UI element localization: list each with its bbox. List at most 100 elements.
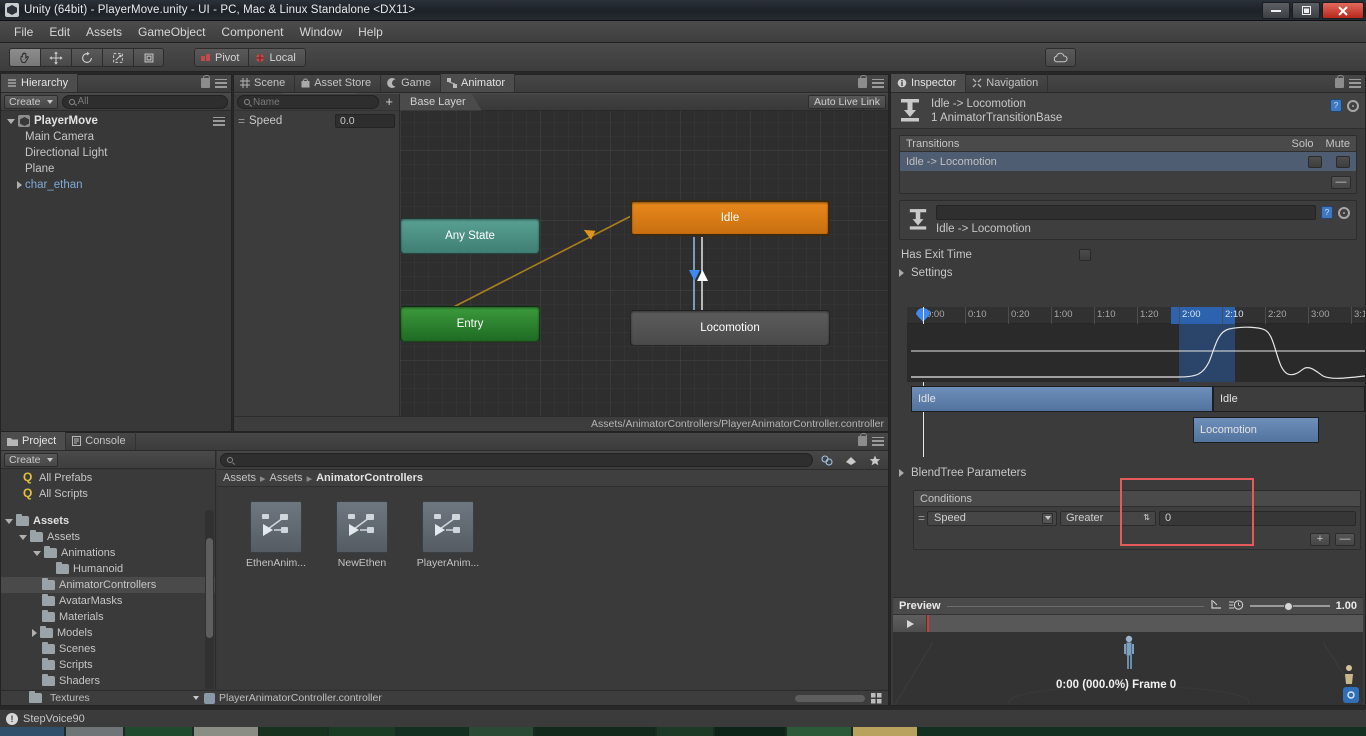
animator-state-graph[interactable]: Base Layer Auto Live Link Any State Entr… bbox=[400, 94, 888, 431]
asset-item-playeranimatorcontroller[interactable]: PlayerAnim... bbox=[417, 501, 479, 569]
blendtree-parameters-foldout[interactable]: BlendTree Parameters bbox=[895, 464, 1026, 481]
panel-menu-icon[interactable] bbox=[872, 78, 884, 88]
grid-view-icon[interactable] bbox=[870, 692, 883, 704]
timeline-ruler[interactable]: 0:00 0:10 0:20 1:00 1:10 1:20 2:00 2:10 … bbox=[907, 307, 1365, 457]
menu-component[interactable]: Component bbox=[213, 23, 291, 41]
taskbar-item[interactable] bbox=[397, 727, 467, 736]
breadcrumb-item-1[interactable]: Assets bbox=[270, 472, 303, 484]
project-tree-item-models[interactable]: Models bbox=[1, 625, 215, 641]
condition-drag-handle[interactable]: = bbox=[918, 511, 925, 525]
status-bar[interactable]: ! StepVoice90 bbox=[0, 709, 1366, 727]
tab-game[interactable]: Game bbox=[381, 74, 442, 92]
solo-checkbox[interactable] bbox=[1308, 155, 1322, 168]
tab-inspector[interactable]: Inspector bbox=[891, 74, 967, 92]
close-button[interactable] bbox=[1322, 2, 1364, 19]
state-node-idle[interactable]: Idle bbox=[630, 200, 830, 236]
taskbar-item[interactable] bbox=[125, 727, 192, 736]
help-icon[interactable]: ? bbox=[1330, 99, 1342, 112]
condition-comparison-dropdown[interactable]: Greater ⇅ bbox=[1060, 510, 1156, 526]
panel-menu-icon[interactable] bbox=[872, 436, 884, 446]
project-tree-item-shaders[interactable]: Shaders bbox=[1, 673, 215, 689]
preview-speed-slider[interactable] bbox=[1249, 600, 1330, 612]
playback-speed-icon[interactable] bbox=[1228, 599, 1244, 614]
parameter-row-speed[interactable]: = Speed 0.0 bbox=[234, 111, 399, 131]
gear-icon[interactable] bbox=[1347, 99, 1359, 112]
asset-size-slider[interactable] bbox=[795, 694, 865, 702]
cloud-icon[interactable] bbox=[1045, 48, 1076, 67]
mute-checkbox[interactable] bbox=[1336, 155, 1350, 168]
timeline-track-idle-dest[interactable]: Idle bbox=[1213, 386, 1365, 412]
hierarchy-item-char-ethan[interactable]: char_ethan bbox=[1, 177, 231, 193]
asset-item-newethen[interactable]: NewEthen bbox=[331, 501, 393, 569]
taskbar-item[interactable] bbox=[853, 727, 917, 736]
parameter-value[interactable]: 0.0 bbox=[335, 114, 395, 128]
has-exit-time-checkbox[interactable] bbox=[1079, 249, 1091, 261]
tab-asset-store[interactable]: Asset Store bbox=[295, 74, 382, 92]
menu-assets[interactable]: Assets bbox=[78, 23, 130, 41]
taskbar-item[interactable] bbox=[329, 727, 395, 736]
taskbar-item[interactable] bbox=[469, 727, 533, 736]
rotate-tool-icon[interactable] bbox=[71, 48, 102, 67]
hierarchy-item-plane[interactable]: Plane bbox=[1, 161, 231, 177]
project-tree-item-animatorcontrollers[interactable]: AnimatorControllers bbox=[1, 577, 215, 593]
project-tree-item-avatarmasks[interactable]: AvatarMasks bbox=[1, 593, 215, 609]
project-tree-item-humanoid[interactable]: Humanoid bbox=[1, 561, 215, 577]
move-tool-icon[interactable] bbox=[40, 48, 71, 67]
taskbar-item[interactable] bbox=[787, 727, 851, 736]
project-favorite-all-scripts[interactable]: Q All Scripts bbox=[1, 486, 215, 502]
breadcrumb-item-0[interactable]: Assets bbox=[223, 472, 256, 484]
parameter-search-input[interactable]: Name bbox=[237, 95, 380, 109]
filter-label-icon[interactable] bbox=[841, 453, 861, 468]
hierarchy-item-main-camera[interactable]: Main Camera bbox=[1, 129, 231, 145]
tab-animator[interactable]: Animator bbox=[441, 74, 516, 92]
add-parameter-button[interactable]: + bbox=[382, 95, 396, 108]
hierarchy-root-item[interactable]: PlayerMove bbox=[1, 113, 231, 129]
project-tree-item-animations[interactable]: Animations bbox=[1, 545, 215, 561]
tab-navigation[interactable]: Navigation bbox=[966, 74, 1049, 92]
rect-tool-icon[interactable] bbox=[133, 48, 164, 67]
favorite-star-icon[interactable] bbox=[865, 453, 885, 468]
condition-parameter-dropdown[interactable]: Speed bbox=[927, 510, 1057, 526]
state-node-any-state[interactable]: Any State bbox=[400, 218, 540, 254]
tab-scene[interactable]: Scene bbox=[234, 74, 296, 92]
project-tree-item-assets[interactable]: Assets bbox=[1, 529, 215, 545]
preview-play-button[interactable] bbox=[893, 614, 927, 633]
tab-console[interactable]: Console bbox=[66, 432, 136, 450]
taskbar-item[interactable] bbox=[194, 727, 258, 736]
hierarchy-item-directional-light[interactable]: Directional Light bbox=[1, 145, 231, 161]
tab-project[interactable]: Project bbox=[1, 432, 67, 450]
menu-window[interactable]: Window bbox=[291, 23, 350, 41]
preview-avatar-icon[interactable] bbox=[1343, 664, 1355, 689]
project-tree-item-assets-root[interactable]: Assets bbox=[1, 513, 215, 529]
panel-menu-icon[interactable] bbox=[1349, 78, 1361, 88]
preview-scrubber[interactable] bbox=[893, 614, 1363, 633]
lock-icon[interactable] bbox=[1335, 75, 1344, 88]
remove-condition-button[interactable]: — bbox=[1335, 532, 1355, 546]
taskbar-item[interactable] bbox=[919, 727, 1366, 736]
breadcrumb-item-2[interactable]: AnimatorControllers bbox=[316, 472, 423, 484]
asset-item-ethenanimator[interactable]: EthenAnim... bbox=[245, 501, 307, 569]
project-tree-item-scenes[interactable]: Scenes bbox=[1, 641, 215, 657]
condition-threshold-input[interactable]: 0 bbox=[1159, 510, 1356, 526]
scale-tool-icon[interactable] bbox=[102, 48, 133, 67]
preview-settings-icon[interactable] bbox=[1343, 687, 1359, 703]
hand-tool-icon[interactable] bbox=[9, 48, 40, 67]
lock-icon[interactable] bbox=[858, 75, 867, 88]
remove-transition-button[interactable]: — bbox=[1331, 175, 1351, 189]
minimize-button[interactable] bbox=[1262, 2, 1290, 19]
pivot-toggle[interactable]: Pivot bbox=[194, 48, 249, 67]
taskbar-item[interactable] bbox=[715, 727, 785, 736]
state-node-entry[interactable]: Entry bbox=[400, 306, 540, 342]
project-tree-item-materials[interactable]: Materials bbox=[1, 609, 215, 625]
transition-list-row[interactable]: Idle -> Locomotion bbox=[900, 152, 1356, 171]
project-tree-scrollbar[interactable] bbox=[205, 510, 214, 689]
pivot-preview-icon[interactable] bbox=[1210, 599, 1223, 614]
hierarchy-search-input[interactable]: All bbox=[61, 94, 228, 109]
taskbar-item[interactable] bbox=[66, 727, 123, 736]
lock-icon[interactable] bbox=[858, 433, 867, 446]
menu-gameobject[interactable]: GameObject bbox=[130, 23, 213, 41]
project-create-button[interactable]: Create bbox=[4, 452, 58, 467]
project-tree-item-scripts[interactable]: Scripts bbox=[1, 657, 215, 673]
tab-hierarchy[interactable]: Hierarchy bbox=[1, 74, 79, 92]
panel-menu-icon[interactable] bbox=[215, 78, 227, 88]
